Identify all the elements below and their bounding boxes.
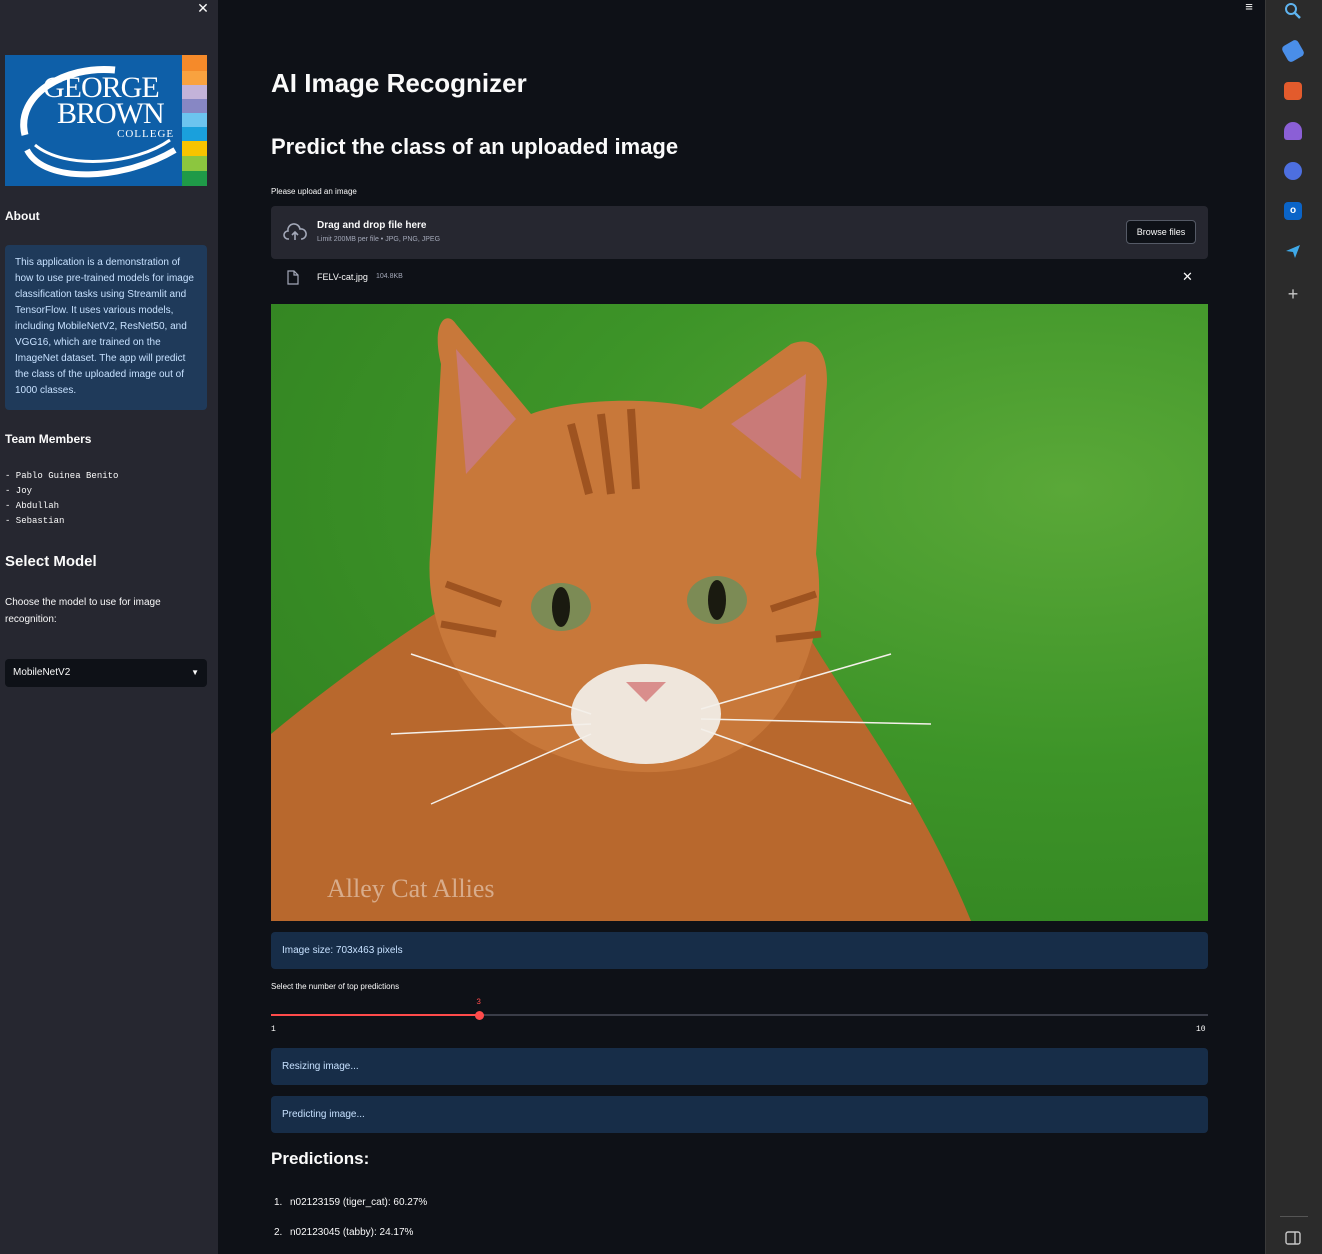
status-resizing: Resizing image...: [271, 1048, 1208, 1085]
team-list: - Pablo Guinea Benito - Joy - Abdullah -…: [5, 469, 118, 529]
briefcase-icon[interactable]: [1284, 82, 1302, 100]
chevron-down-icon: ▼: [191, 668, 199, 677]
slider-thumb[interactable]: [474, 1011, 484, 1020]
image-watermark: Alley Cat Allies: [327, 874, 495, 903]
file-icon: [287, 270, 299, 285]
slider-max-label: 10: [1196, 1025, 1206, 1034]
slider-value: 3: [476, 998, 482, 1007]
search-icon[interactable]: [1284, 2, 1302, 20]
team-member: - Abdullah: [5, 501, 60, 511]
upload-label: Please upload an image: [271, 187, 357, 196]
team-member: - Joy: [5, 486, 33, 496]
sidebar: ✕ GEORGE BROWN COLLEGE About This applic…: [0, 0, 218, 1254]
uploaded-cat-image: Alley Cat Allies: [271, 304, 1208, 921]
cloud-upload-icon: [283, 223, 307, 240]
slider-fill: [271, 1014, 480, 1016]
menu-icon[interactable]: ≡: [1241, 0, 1257, 14]
outlook-icon[interactable]: o: [1284, 202, 1302, 220]
dropzone-limit: Limit 200MB per file • JPG, PNG, JPEG: [317, 236, 441, 243]
prediction-number: 2.: [274, 1227, 283, 1238]
page-title: AI Image Recognizer: [271, 68, 527, 98]
chess-icon[interactable]: [1284, 122, 1302, 140]
close-sidebar-button[interactable]: ✕: [195, 0, 211, 16]
prediction-item: 1. n02123159 (tiger_cat): 60.27%: [274, 1197, 427, 1208]
browse-files-button[interactable]: Browse files: [1126, 220, 1196, 244]
file-dropzone[interactable]: Drag and drop file here Limit 200MB per …: [271, 206, 1208, 259]
tag-icon[interactable]: [1280, 38, 1306, 64]
prediction-item: 2. n02123045 (tabby): 24.17%: [274, 1227, 413, 1238]
select-model-heading: Select Model: [5, 553, 97, 570]
predictions-heading: Predictions:: [271, 1149, 370, 1168]
sidebar-toggle-icon[interactable]: [1284, 1229, 1302, 1247]
browser-side-rail: o +: [1265, 0, 1322, 1254]
about-heading: About: [5, 209, 40, 223]
slider-label: Select the number of top predictions: [271, 982, 400, 991]
uploaded-file-size: 104.8KB: [376, 273, 403, 280]
team-member: - Pablo Guinea Benito: [5, 471, 119, 481]
copilot-icon[interactable]: [1284, 162, 1302, 180]
prediction-text: n02123159 (tiger_cat): 60.27%: [290, 1197, 428, 1208]
model-select[interactable]: MobileNetV2 ▼: [5, 659, 207, 687]
slider-min-label: 1: [271, 1025, 276, 1034]
image-size-info: Image size: 703x463 pixels: [271, 932, 1208, 969]
uploaded-file-row: FELV-cat.jpg 104.8KB ✕: [271, 264, 1208, 292]
send-icon[interactable]: [1284, 242, 1302, 260]
college-logo: GEORGE BROWN COLLEGE: [5, 55, 207, 186]
add-icon[interactable]: +: [1284, 285, 1302, 303]
team-member: - Sebastian: [5, 516, 65, 526]
team-heading: Team Members: [5, 432, 92, 446]
prediction-number: 1.: [274, 1197, 283, 1208]
uploaded-file-name: FELV-cat.jpg: [317, 272, 368, 282]
about-info-box: This application is a demonstration of h…: [5, 245, 207, 410]
rail-divider: [1280, 1216, 1308, 1217]
page-subtitle: Predict the class of an uploaded image: [271, 134, 679, 159]
prediction-text: n02123045 (tabby): 24.17%: [290, 1227, 414, 1238]
status-predicting: Predicting image...: [271, 1096, 1208, 1133]
model-select-value: MobileNetV2: [13, 667, 71, 678]
select-model-description: Choose the model to use for image recogn…: [5, 597, 161, 625]
remove-file-button[interactable]: ✕: [1182, 269, 1193, 285]
dropzone-title: Drag and drop file here: [317, 220, 427, 231]
